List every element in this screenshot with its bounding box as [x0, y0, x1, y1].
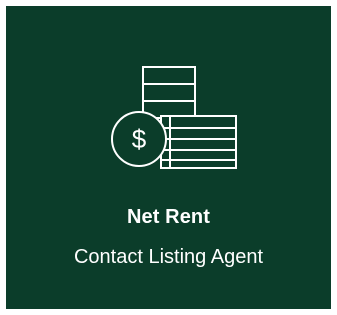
- money-stack-icon: $: [111, 66, 237, 169]
- net-rent-card: $ Net Rent Contact Listing Agent: [6, 6, 331, 309]
- card-title: Net Rent: [126, 206, 211, 228]
- card-subtitle: Contact Listing Agent: [73, 246, 263, 268]
- svg-text:$: $: [132, 124, 147, 154]
